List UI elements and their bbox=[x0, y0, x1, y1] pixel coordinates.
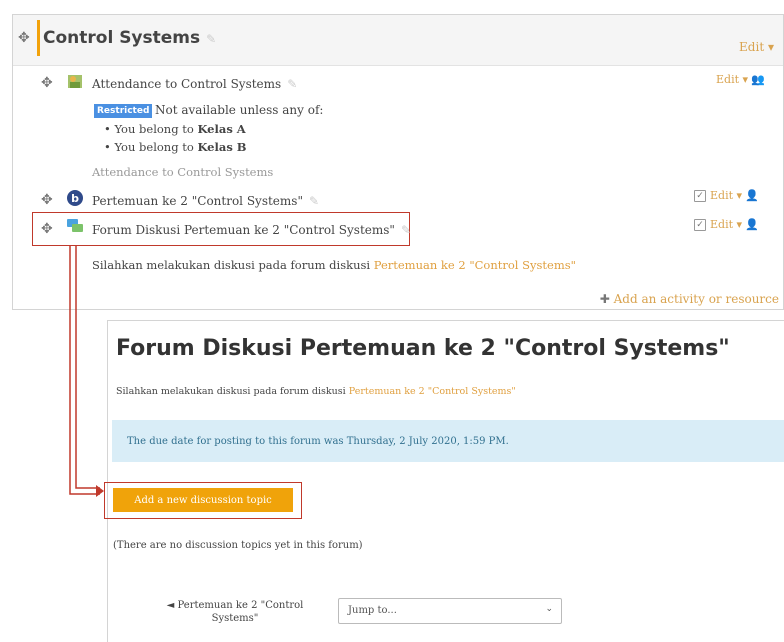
add-activity-button[interactable]: ✚ Add an activity or resource bbox=[600, 292, 779, 306]
bigbluebutton-icon: b bbox=[67, 190, 83, 206]
chevron-down-icon: ⌄ bbox=[545, 604, 553, 614]
forum-intro-link[interactable]: Pertemuan ke 2 "Control Systems" bbox=[349, 386, 516, 397]
section-accent-bar bbox=[37, 20, 40, 56]
previous-activity-link[interactable]: ◄ Pertemuan ke 2 "Control Systems" bbox=[150, 599, 320, 625]
summary-link[interactable]: Pertemuan ke 2 "Control Systems" bbox=[374, 258, 576, 272]
forum-page bbox=[107, 320, 784, 642]
activity-link-forum[interactable]: Forum Diskusi Pertemuan ke 2 "Control Sy… bbox=[92, 223, 411, 237]
plus-icon: ✚ bbox=[599, 292, 610, 306]
activity-link-pertemuan[interactable]: Pertemuan ke 2 "Control Systems" ✎ bbox=[92, 194, 319, 208]
section-summary: Silahkan melakukan diskusi pada forum di… bbox=[92, 258, 576, 272]
activity-edit-menu[interactable]: ✓ Edit ▾ 👤 bbox=[694, 189, 759, 202]
no-topics-message: (There are no discussion topics yet in t… bbox=[113, 540, 363, 551]
due-date-text: The due date for posting to this forum w… bbox=[127, 436, 509, 447]
completion-checkbox-icon: ✓ bbox=[694, 190, 706, 202]
section-title: Control Systems ✎ bbox=[43, 28, 217, 48]
activity-edit-menu[interactable]: Edit ▾ 👥 bbox=[716, 73, 765, 86]
forum-title: Forum Diskusi Pertemuan ke 2 "Control Sy… bbox=[116, 336, 730, 361]
group-icon: 👥 bbox=[751, 73, 765, 86]
move-icon[interactable]: ✥ bbox=[41, 221, 53, 237]
forum-icon bbox=[67, 219, 83, 232]
jump-to-select[interactable]: Jump to... ⌄ bbox=[338, 598, 562, 624]
forum-intro: Silahkan melakukan diskusi pada forum di… bbox=[116, 386, 516, 397]
user-icon: 👤 bbox=[745, 189, 759, 202]
move-icon[interactable]: ✥ bbox=[41, 75, 53, 91]
move-icon[interactable]: ✥ bbox=[18, 30, 30, 46]
restriction-condition: • You belong to Kelas B bbox=[104, 140, 247, 154]
completion-checkbox-icon: ✓ bbox=[694, 219, 706, 231]
activity-link-attendance[interactable]: Attendance to Control Systems ✎ bbox=[92, 77, 297, 91]
restriction-text: Not available unless any of: bbox=[155, 103, 324, 117]
restricted-badge: Restricted bbox=[94, 104, 153, 118]
add-discussion-topic-button[interactable]: Add a new discussion topic bbox=[113, 488, 293, 512]
activity-description: Attendance to Control Systems bbox=[92, 165, 274, 179]
move-icon[interactable]: ✥ bbox=[41, 192, 53, 208]
activity-edit-menu[interactable]: ✓ Edit ▾ 👤 bbox=[694, 218, 759, 231]
svg-text:b: b bbox=[71, 192, 79, 205]
section-edit-menu[interactable]: Edit ▾ bbox=[739, 40, 774, 54]
restriction-condition: • You belong to Kelas A bbox=[104, 122, 246, 136]
user-icon: 👤 bbox=[745, 218, 759, 231]
attendance-icon bbox=[68, 75, 82, 88]
edit-title-pencil-icon[interactable]: ✎ bbox=[206, 32, 216, 46]
